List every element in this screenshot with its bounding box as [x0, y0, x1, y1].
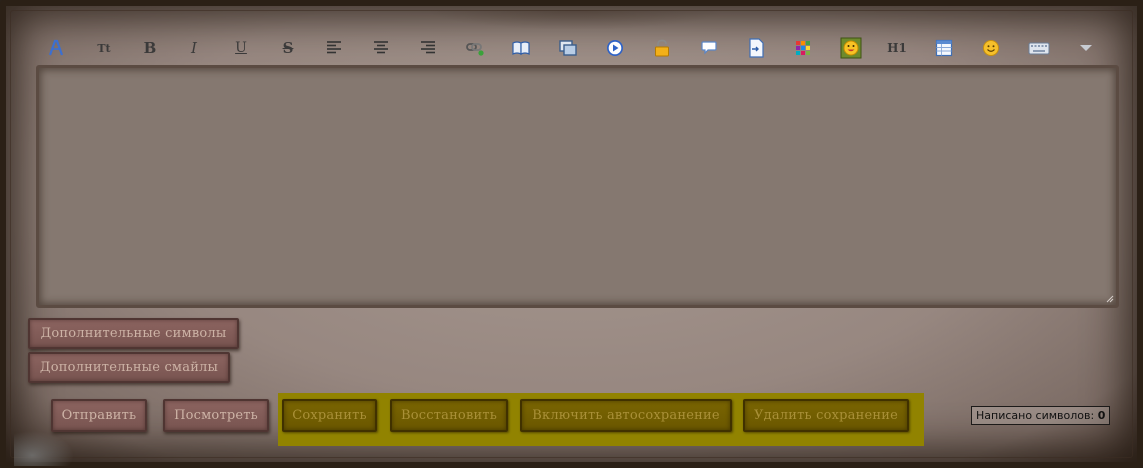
lock-icon[interactable] [650, 36, 674, 60]
font-size-icon[interactable]: Tt [92, 36, 116, 60]
character-counter: Написано символов: 0 [971, 406, 1111, 425]
speech-bubble-icon[interactable] [697, 36, 721, 60]
send-button[interactable]: Отправить [51, 399, 147, 432]
enable-autosave-button[interactable]: Включить автосохранение [520, 399, 732, 432]
corner-ornament [14, 431, 74, 466]
video-icon[interactable] [603, 36, 627, 60]
link-icon[interactable] [463, 36, 487, 60]
bold-icon[interactable]: B [138, 36, 162, 60]
underline-icon[interactable]: U [229, 36, 253, 60]
counter-value: 0 [1097, 409, 1106, 422]
strikethrough-icon[interactable]: S [276, 36, 300, 60]
smiley-icon[interactable] [979, 36, 1003, 60]
heading-icon[interactable]: H1 [885, 36, 909, 60]
counter-label: Написано символов: [976, 409, 1095, 422]
keyboard-icon[interactable] [1026, 36, 1052, 60]
align-center-icon[interactable] [369, 36, 393, 60]
restore-draft-button[interactable]: Восстановить [390, 399, 508, 432]
top-ornament [426, 10, 726, 30]
book-icon[interactable] [509, 36, 533, 60]
image-icon[interactable] [556, 36, 580, 60]
font-color-icon[interactable] [44, 36, 68, 60]
formatting-toolbar: Tt B I U S H1 [42, 34, 1112, 62]
extra-symbols-button[interactable]: Дополнительные символы [28, 318, 239, 349]
italic-icon[interactable]: I [182, 36, 206, 60]
message-editor[interactable] [36, 65, 1119, 308]
delete-draft-button[interactable]: Удалить сохранение [743, 399, 909, 432]
preview-button[interactable]: Посмотреть [163, 399, 269, 432]
resize-handle-icon[interactable] [1106, 295, 1114, 303]
extra-smileys-button[interactable]: Дополнительные смайлы [28, 352, 230, 383]
align-right-icon[interactable] [416, 36, 440, 60]
more-dropdown-icon[interactable] [1074, 36, 1098, 60]
align-left-icon[interactable] [322, 36, 346, 60]
message-textarea[interactable] [39, 68, 1116, 305]
smiley-box-icon[interactable] [839, 36, 863, 60]
editor-frame: Tt B I U S H1 Дополнительные символы Доп… [0, 0, 1143, 468]
table-icon[interactable] [932, 36, 956, 60]
color-grid-icon[interactable] [791, 36, 815, 60]
document-icon[interactable] [744, 36, 768, 60]
save-draft-button[interactable]: Сохранить [282, 399, 377, 432]
